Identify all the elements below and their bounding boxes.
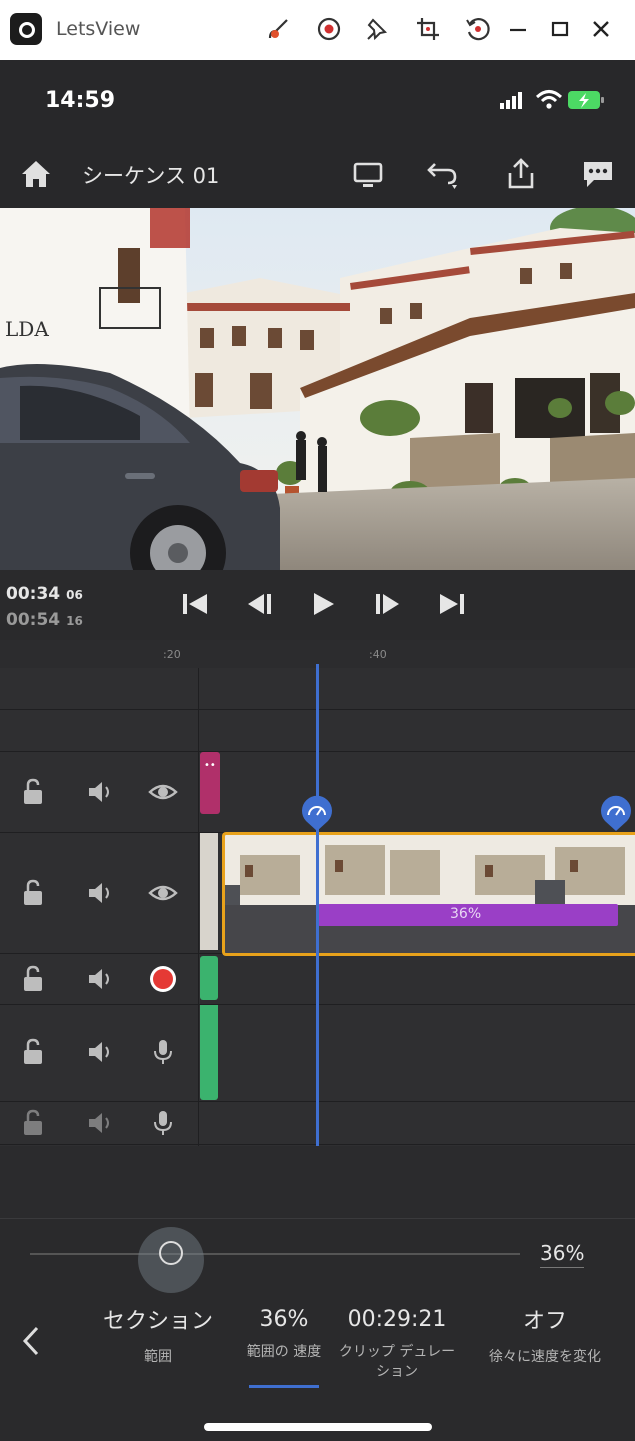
maximize-icon[interactable] bbox=[543, 12, 577, 46]
status-time: 14:59 bbox=[45, 88, 116, 113]
window-title: LetsView bbox=[56, 18, 141, 40]
microphone-icon[interactable] bbox=[148, 1037, 178, 1067]
step-back-icon[interactable] bbox=[242, 586, 278, 622]
home-icon[interactable] bbox=[18, 156, 54, 192]
speaker-icon[interactable] bbox=[85, 878, 115, 908]
sequence-title[interactable]: シーケンス 01 bbox=[82, 160, 219, 190]
minimize-icon[interactable] bbox=[501, 12, 535, 46]
audio-clip[interactable] bbox=[200, 956, 218, 1000]
video-preview[interactable]: LDA bbox=[0, 208, 635, 570]
app-logo-icon bbox=[10, 13, 42, 45]
speaker-icon[interactable] bbox=[85, 964, 115, 994]
close-icon[interactable] bbox=[584, 12, 618, 46]
audio-clip[interactable] bbox=[200, 1005, 218, 1100]
skip-to-end-icon[interactable] bbox=[434, 586, 470, 622]
monitor-icon[interactable] bbox=[350, 156, 386, 192]
speaker-icon[interactable] bbox=[85, 777, 115, 807]
current-timecode: 00:34 06 bbox=[6, 584, 83, 604]
speed-ramp-bar[interactable]: 36% bbox=[318, 904, 618, 926]
speed-value: 36% bbox=[540, 1241, 585, 1268]
transport-bar: 00:34 06 00:54 16 bbox=[0, 570, 635, 640]
speed-ramp-label: 36% bbox=[450, 906, 482, 922]
ruler-mark: :20 bbox=[163, 648, 181, 661]
eye-icon[interactable] bbox=[148, 777, 178, 807]
eye-icon[interactable] bbox=[148, 878, 178, 908]
status-bar: 14:59 bbox=[0, 60, 635, 140]
skip-to-start-icon[interactable] bbox=[177, 586, 213, 622]
lock-open-icon[interactable] bbox=[18, 964, 48, 994]
lock-open-icon[interactable] bbox=[18, 878, 48, 908]
track-header-divider bbox=[198, 668, 199, 1146]
home-indicator[interactable] bbox=[204, 1423, 432, 1431]
speed-keyframe-icon[interactable] bbox=[597, 795, 635, 833]
share-icon[interactable] bbox=[503, 156, 539, 192]
undo-icon[interactable] bbox=[424, 156, 460, 192]
total-timecode: 00:54 16 bbox=[6, 610, 83, 630]
speaker-icon[interactable] bbox=[85, 1108, 115, 1138]
step-forward-icon[interactable] bbox=[369, 586, 405, 622]
preview-frame-image: LDA bbox=[0, 208, 635, 570]
window-titlebar: LetsView bbox=[0, 0, 635, 61]
option-range-speed[interactable]: 36% 範囲の 速度 bbox=[246, 1307, 322, 1362]
speed-keyframe-icon[interactable] bbox=[298, 795, 336, 833]
lock-open-icon[interactable] bbox=[18, 1108, 48, 1138]
option-speed-ramp[interactable]: オフ 徐々に速度を変化 bbox=[470, 1303, 620, 1367]
comment-icon[interactable] bbox=[580, 156, 616, 192]
rotate-icon[interactable] bbox=[461, 12, 495, 46]
battery-icon bbox=[568, 91, 604, 109]
record-button-icon[interactable] bbox=[148, 964, 178, 994]
selected-option-underline bbox=[249, 1385, 319, 1388]
lock-open-icon[interactable] bbox=[18, 1037, 48, 1067]
speed-slider-knob[interactable] bbox=[138, 1227, 204, 1293]
selected-video-clip[interactable] bbox=[222, 832, 635, 956]
editor-header: シーケンス 01 bbox=[0, 140, 635, 208]
record-icon[interactable] bbox=[312, 12, 346, 46]
title-clip[interactable]: •• bbox=[200, 752, 220, 814]
crop-icon[interactable] bbox=[411, 12, 445, 46]
lock-open-icon[interactable] bbox=[18, 777, 48, 807]
back-chevron-icon[interactable] bbox=[18, 1323, 44, 1359]
ruler-mark: :40 bbox=[369, 648, 387, 661]
speaker-icon[interactable] bbox=[85, 1037, 115, 1067]
previous-clip[interactable] bbox=[200, 833, 218, 950]
brush-icon[interactable] bbox=[262, 12, 296, 46]
svg-text:LDA: LDA bbox=[5, 317, 49, 341]
signal-icon bbox=[500, 92, 522, 109]
pin-icon[interactable] bbox=[361, 12, 395, 46]
option-section[interactable]: セクション 範囲 bbox=[86, 1303, 230, 1367]
option-clip-duration[interactable]: 00:29:21 クリップ デュレーション bbox=[338, 1307, 456, 1382]
speed-slider[interactable] bbox=[30, 1253, 520, 1255]
wifi-icon bbox=[535, 90, 563, 109]
microphone-icon[interactable] bbox=[148, 1108, 178, 1138]
playhead[interactable] bbox=[316, 664, 319, 1146]
speed-panel: 36% セクション 範囲 36% 範囲の 速度 00:29:21 クリップ デュ… bbox=[0, 1218, 635, 1441]
clip-thumbnails bbox=[225, 835, 635, 953]
timeline-empty-area bbox=[0, 1146, 635, 1218]
play-icon[interactable] bbox=[305, 586, 341, 622]
